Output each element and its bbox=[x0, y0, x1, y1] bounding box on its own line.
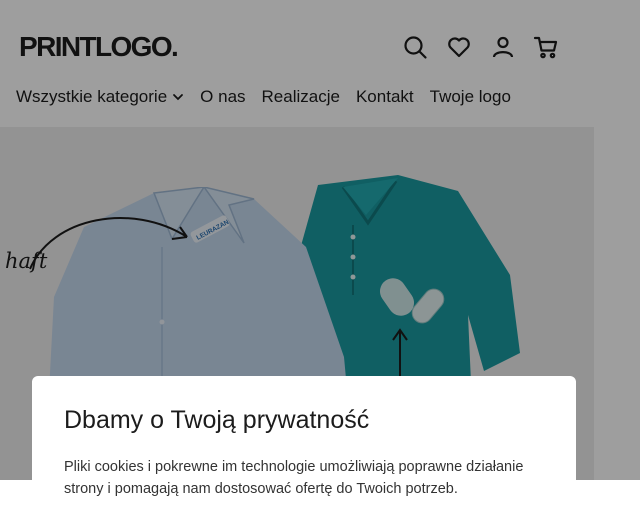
cookie-modal-title: Dbamy o Twoją prywatność bbox=[64, 406, 370, 434]
cookie-consent-modal: Dbamy o Twoją prywatność Pliki cookies i… bbox=[32, 376, 576, 516]
cookie-modal-text: Pliki cookies i pokrewne im technologie … bbox=[64, 459, 524, 497]
